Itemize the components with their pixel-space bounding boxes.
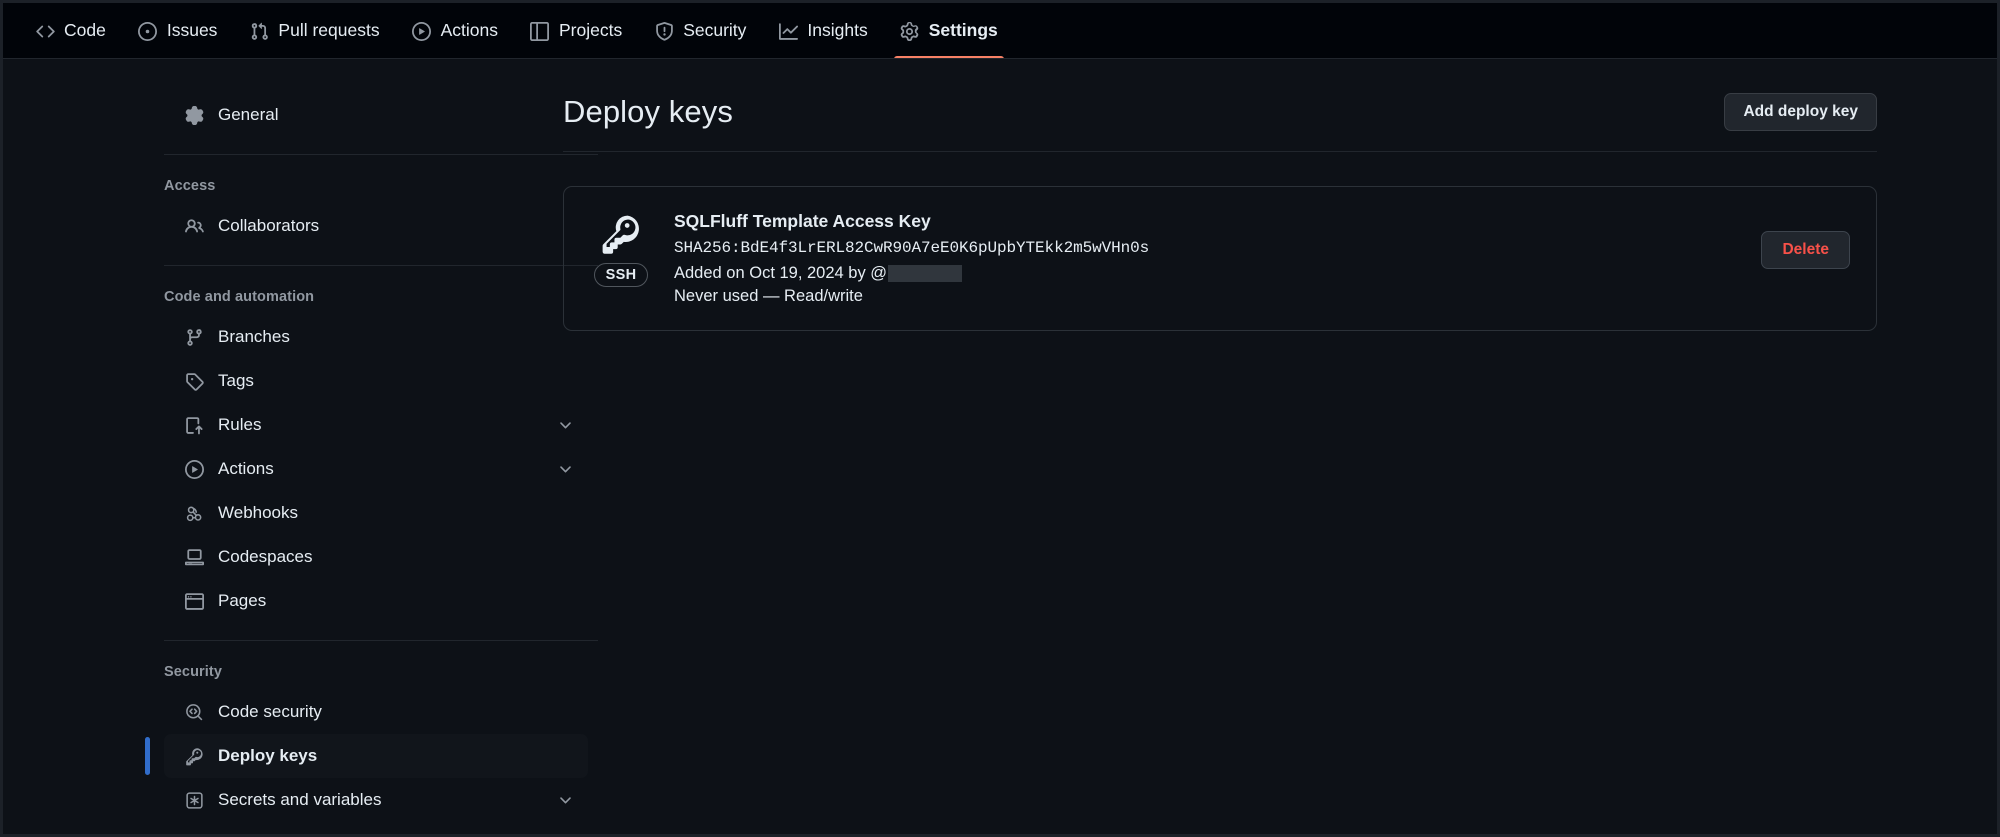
deploy-key-fingerprint: SHA256:BdE4f3LrERL82CwR90A7eE0K6pUpbYTEk… (674, 239, 1150, 257)
rules-icon (184, 415, 204, 435)
nav-tab-settings[interactable]: Settings (886, 3, 1012, 59)
nav-tab-code[interactable]: Code (21, 3, 120, 59)
key-icon (600, 213, 642, 255)
sidebar-group-security: Security Code security Deploy keys Secre… (139, 652, 588, 828)
webhook-icon (184, 503, 204, 523)
sidebar-item-tags[interactable]: Tags (164, 359, 588, 403)
sidebar-item-secrets-and-variables[interactable]: Secrets and variables (164, 778, 588, 822)
sidebar-item-pages[interactable]: Pages (164, 579, 588, 623)
chevron-down-icon[interactable] (557, 461, 574, 478)
nav-tab-label: Pull requests (278, 20, 380, 41)
git-branch-icon (184, 327, 204, 347)
main-content: Deploy keys Add deploy key SSH SQLFluff … (563, 93, 1997, 828)
deploy-key-title: SQLFluff Template Access Key (674, 211, 931, 231)
sidebar-item-label: Code security (218, 702, 322, 721)
page-title: Deploy keys (563, 94, 733, 129)
sidebar-item-label: Secrets and variables (218, 790, 382, 809)
sidebar-item-codespaces[interactable]: Codespaces (164, 535, 588, 579)
sidebar-item-webhooks[interactable]: Webhooks (164, 491, 588, 535)
nav-tab-issues[interactable]: Issues (124, 3, 232, 59)
sidebar-item-actions[interactable]: Actions (164, 447, 588, 491)
deploy-key-actions: Delete (1761, 209, 1850, 269)
sidebar-group-code-and-automation: Code and automation Branches Tags Rules (139, 277, 571, 629)
tag-icon (184, 371, 204, 391)
key-icon (184, 746, 204, 766)
sidebar-divider (164, 265, 598, 266)
sidebar-item-label: Webhooks (218, 503, 299, 522)
sidebar-item-label: Rules (218, 415, 262, 434)
sidebar-item-branches[interactable]: Branches (164, 315, 588, 359)
sidebar-item-label: Collaborators (218, 216, 320, 235)
gear-icon (184, 105, 204, 125)
deploy-key-status: Never used — Read/write (674, 287, 863, 305)
redacted-username (888, 265, 963, 282)
git-pull-request-icon (249, 21, 269, 41)
asterisk-icon (184, 790, 204, 810)
nav-tab-label: Actions (440, 20, 498, 41)
delete-deploy-key-button[interactable]: Delete (1761, 231, 1850, 269)
sidebar-divider (164, 640, 598, 641)
codespaces-icon (184, 547, 204, 567)
ssh-badge: SSH (593, 263, 649, 287)
nav-tab-label: Issues (166, 20, 218, 41)
sidebar-item-code-security[interactable]: Code security (164, 690, 588, 734)
sidebar-item-label: Codespaces (218, 547, 313, 566)
page-body: General Access Collaborators Code and au… (3, 59, 1997, 828)
page-header: Deploy keys Add deploy key (563, 93, 1877, 152)
sidebar-group-heading-security: Security (164, 664, 223, 680)
sidebar-group-general: General (139, 93, 563, 143)
settings-sidebar: General Access Collaborators Code and au… (3, 93, 598, 828)
graph-icon (778, 21, 798, 41)
chevron-down-icon[interactable] (557, 417, 574, 434)
nav-tab-label: Projects (558, 20, 623, 41)
nav-tab-actions[interactable]: Actions (398, 3, 512, 59)
nav-tab-label: Settings (928, 20, 998, 41)
nav-tab-pull-requests[interactable]: Pull requests (235, 3, 393, 59)
deploy-key-added-text: Added on Oct 19, 2024 by @ (674, 264, 888, 282)
deploy-key-card: SSH SQLFluff Template Access Key SHA256:… (563, 186, 1877, 331)
sidebar-item-collaborators[interactable]: Collaborators (164, 204, 588, 248)
sidebar-divider (164, 154, 598, 155)
deploy-key-info: SQLFluff Template Access Key SHA256:BdE4… (674, 209, 1739, 306)
add-deploy-key-button[interactable]: Add deploy key (1724, 93, 1877, 131)
shield-icon (654, 21, 674, 41)
issue-opened-icon (138, 21, 158, 41)
table-icon (530, 21, 550, 41)
github-settings-page: Code Issues Pull requests Actions Projec… (0, 0, 2000, 837)
nav-tab-security[interactable]: Security (640, 3, 760, 59)
sidebar-item-rules[interactable]: Rules (164, 403, 588, 447)
sidebar-item-general[interactable]: General (164, 93, 588, 137)
sidebar-group-heading-code-and-automation: Code and automation (164, 289, 315, 305)
deploy-key-badge-column: SSH (590, 209, 652, 287)
sidebar-item-deploy-keys[interactable]: Deploy keys (145, 734, 588, 778)
sidebar-group-heading-access: Access (164, 178, 216, 194)
nav-tab-label: Insights (807, 20, 868, 41)
chevron-down-icon[interactable] (557, 792, 574, 809)
play-icon (412, 21, 432, 41)
deploy-key-added-meta: Added on Oct 19, 2024 by @ (674, 264, 1739, 283)
sidebar-item-label: Actions (218, 459, 274, 478)
sidebar-item-label: Deploy keys (218, 746, 318, 765)
browser-icon (184, 591, 204, 611)
sidebar-item-label: General (218, 105, 279, 124)
nav-tab-insights[interactable]: Insights (764, 3, 881, 59)
repo-navigation: Code Issues Pull requests Actions Projec… (3, 3, 1997, 59)
sidebar-item-label: Tags (218, 371, 254, 390)
nav-tab-label: Code (64, 20, 106, 41)
nav-tab-label: Security (683, 20, 747, 41)
sidebar-item-label: Branches (218, 327, 290, 346)
sidebar-group-access: Access Collaborators (139, 166, 563, 254)
code-icon (35, 21, 55, 41)
people-icon (184, 216, 204, 236)
codescan-icon (184, 702, 204, 722)
play-icon (184, 459, 204, 479)
nav-tab-projects[interactable]: Projects (516, 3, 636, 59)
gear-icon (900, 21, 920, 41)
sidebar-item-label: Pages (218, 591, 267, 610)
